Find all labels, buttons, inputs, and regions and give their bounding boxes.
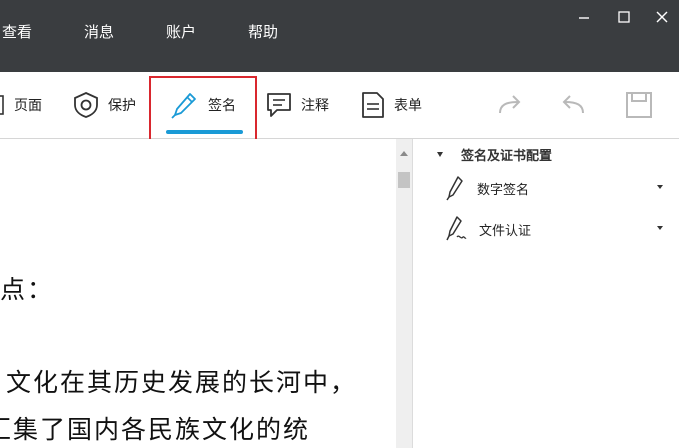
scroll-up-icon[interactable] <box>400 151 408 156</box>
menu-help[interactable]: 帮助 <box>248 20 278 44</box>
maximize-button[interactable] <box>610 4 638 30</box>
minimize-icon <box>579 17 589 19</box>
page-tool-label: 页面 <box>14 98 42 114</box>
page-icon <box>0 95 4 115</box>
save-button[interactable] <box>625 72 653 138</box>
sign-tool-label: 签名 <box>208 98 236 114</box>
protect-tool-button[interactable]: 保护 <box>72 72 136 138</box>
pen-certify-icon <box>446 216 467 241</box>
signature-panel: 签名及证书配置 数字签名 文件认证 <box>412 139 679 448</box>
form-icon <box>362 92 384 118</box>
digital-signature-item[interactable]: 数字签名 <box>445 173 663 203</box>
panel-section-header[interactable]: 签名及证书配置 <box>437 143 552 165</box>
dropdown-arrow-icon[interactable] <box>657 226 663 230</box>
digital-signature-label: 数字签名 <box>477 182 530 198</box>
sign-tool-button[interactable]: 签名 <box>170 72 236 138</box>
comment-icon <box>267 93 291 117</box>
shield-icon <box>74 92 98 118</box>
scroll-thumb[interactable] <box>398 172 410 188</box>
dropdown-arrow-icon[interactable] <box>657 185 663 189</box>
active-tab-indicator <box>166 130 243 134</box>
redo-button[interactable] <box>496 72 524 138</box>
vertical-scrollbar[interactable] <box>396 139 412 448</box>
minimize-button[interactable] <box>570 4 598 30</box>
comment-tool-label: 注释 <box>301 98 329 114</box>
page-tool-button[interactable]: 页面 <box>0 72 42 138</box>
undo-button[interactable] <box>559 72 587 138</box>
comment-tool-button[interactable]: 注释 <box>265 72 329 138</box>
doc-line: 点： <box>0 275 55 304</box>
form-tool-button[interactable]: 表单 <box>360 72 422 138</box>
menu-messages[interactable]: 消息 <box>84 20 114 44</box>
collapse-triangle-icon <box>437 151 443 157</box>
undo-icon <box>562 95 584 114</box>
document-view[interactable]: 点： 文化在其历史发展的长河中， 汇集了国内各民族文化的统 <box>0 139 396 448</box>
doc-line: 汇集了国内各民族文化的统 <box>0 415 311 444</box>
pen-icon <box>171 93 196 119</box>
panel-header-label: 签名及证书配置 <box>461 148 553 164</box>
close-button[interactable] <box>648 4 676 30</box>
menu-account[interactable]: 账户 <box>166 20 196 44</box>
close-icon <box>656 11 668 23</box>
form-tool-label: 表单 <box>394 98 422 114</box>
menu-view[interactable]: 查看 <box>2 20 32 44</box>
toolbar: 页面 保护 签名 注释 表单 <box>0 72 679 139</box>
protect-tool-label: 保护 <box>108 98 136 114</box>
save-icon <box>626 92 652 118</box>
document-certify-item[interactable]: 文件认证 <box>445 214 663 244</box>
menu-bar: 查看 消息 账户 帮助 <box>0 0 679 72</box>
doc-line: 文化在其历史发展的长河中， <box>6 368 358 397</box>
document-certify-label: 文件认证 <box>479 223 532 239</box>
maximize-icon <box>618 11 630 23</box>
pen-icon <box>446 176 463 201</box>
redo-icon <box>499 95 521 114</box>
